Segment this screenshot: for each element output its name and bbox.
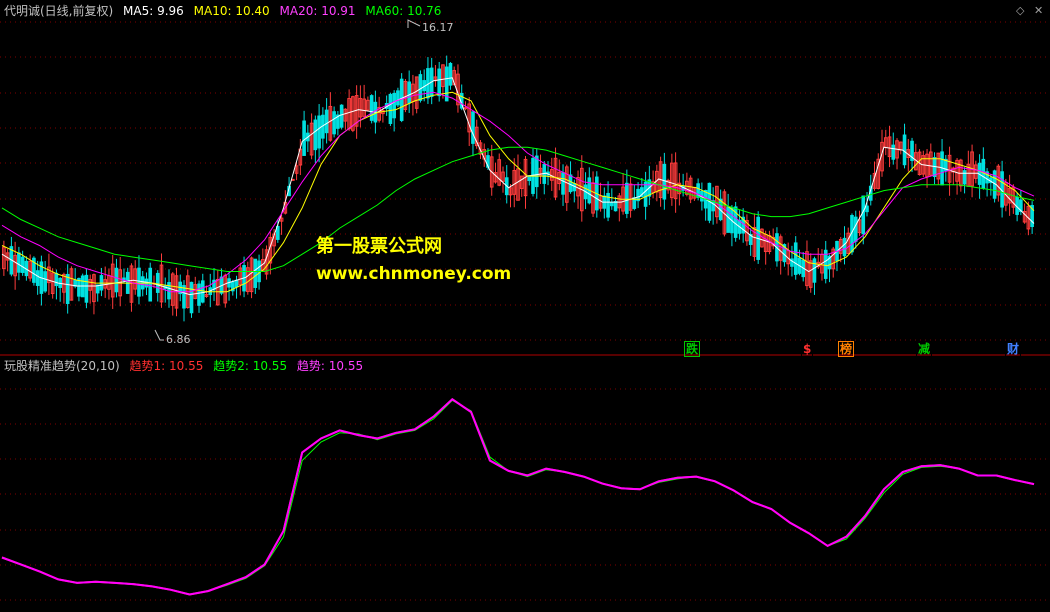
candle-body	[253, 258, 258, 288]
candle-body	[182, 285, 186, 309]
candle-body	[981, 158, 986, 189]
grid-lines	[0, 21, 1050, 601]
event-marker-2[interactable]: 榜	[838, 341, 855, 357]
candle-body	[643, 181, 648, 207]
candle-body	[339, 104, 344, 128]
candle-body	[54, 272, 59, 287]
candle-body	[35, 270, 40, 286]
candle-body	[853, 216, 858, 242]
candle-body	[793, 242, 798, 275]
candle-body	[962, 170, 967, 185]
candle-body	[448, 62, 453, 86]
candle-body	[625, 182, 629, 214]
ma60-value: MA60: 10.76	[365, 4, 442, 18]
candle-body	[861, 195, 866, 235]
indicator-header: 玩股精准趋势(20,10) 趋势1: 10.55 趋势2: 10.55 趋势: …	[4, 357, 369, 375]
watermark-url: www.chnmoney.com	[316, 264, 512, 284]
candle-body	[662, 163, 667, 200]
candle-body	[332, 111, 336, 135]
trend1-value: 趋势1: 10.55	[129, 359, 204, 373]
candle-body	[20, 256, 25, 273]
main-chart-header: 代明诚(日线,前复权) MA5: 9.96 MA10: 10.40 MA20: …	[4, 2, 447, 20]
candle-body	[324, 109, 329, 134]
trend-value: 趋势: 10.55	[296, 359, 364, 373]
candle-body	[610, 201, 614, 207]
candle-body	[313, 119, 318, 151]
ma5-value: MA5: 9.96	[123, 4, 184, 18]
diamond-icon[interactable]: ◇	[1016, 4, 1024, 17]
trend2-value: 趋势2: 10.55	[213, 359, 288, 373]
candle-body	[155, 272, 160, 293]
candle-body	[891, 144, 896, 160]
watermark-title: 第一股票公式网	[316, 236, 442, 257]
candle-body	[842, 237, 847, 257]
candle-body	[407, 81, 411, 104]
candle-body	[437, 68, 442, 97]
candle-body	[189, 281, 194, 314]
low-annotation-arrow	[154, 329, 164, 341]
stock-title: 代明诚(日线,前复权)	[4, 4, 114, 18]
chart-canvas: 16.17 6.86	[0, 19, 1050, 601]
event-marker-3[interactable]: 减	[916, 341, 933, 357]
candle-body	[561, 172, 565, 195]
candle-body	[613, 201, 618, 212]
indicator-lines	[1, 398, 1035, 596]
candle-body	[43, 271, 47, 292]
low-annotation-label: 6.86	[166, 333, 191, 346]
candle-body	[84, 274, 89, 303]
candle-body	[812, 258, 817, 283]
close-icon[interactable]: ✕	[1034, 4, 1043, 17]
candle-body	[902, 134, 907, 166]
candle-body	[388, 93, 393, 124]
candle-body	[65, 273, 70, 304]
candlestick-series	[2, 55, 1034, 322]
event-marker-0[interactable]: 跌	[684, 341, 701, 357]
candle-body	[396, 90, 400, 106]
candle-body	[17, 252, 21, 273]
candle-body	[865, 205, 869, 213]
candle-body	[317, 115, 321, 149]
candle-body	[463, 107, 468, 110]
candle-body	[369, 95, 374, 121]
high-annotation-arrow	[407, 19, 421, 28]
candle-body	[568, 174, 573, 193]
candle-body	[137, 267, 141, 297]
event-marker-1[interactable]: $	[801, 341, 814, 357]
candle-body	[234, 279, 239, 288]
candle-body	[726, 206, 730, 233]
candle-body	[148, 267, 153, 302]
indicator-line-2	[1, 398, 1035, 596]
candle-body	[392, 92, 396, 119]
high-annotation-label: 16.17	[422, 21, 454, 34]
event-marker-4[interactable]: 财	[1005, 341, 1022, 357]
candle-body	[302, 120, 306, 156]
candle-body	[114, 267, 119, 293]
ma10-value: MA10: 10.40	[193, 4, 270, 18]
candle-body	[534, 155, 539, 188]
indicator-title: 玩股精准趋势(20,10)	[4, 359, 120, 373]
ma20-value: MA20: 10.91	[279, 4, 356, 18]
candle-body	[197, 283, 201, 306]
candle-body	[471, 111, 475, 144]
candle-body	[418, 74, 423, 101]
